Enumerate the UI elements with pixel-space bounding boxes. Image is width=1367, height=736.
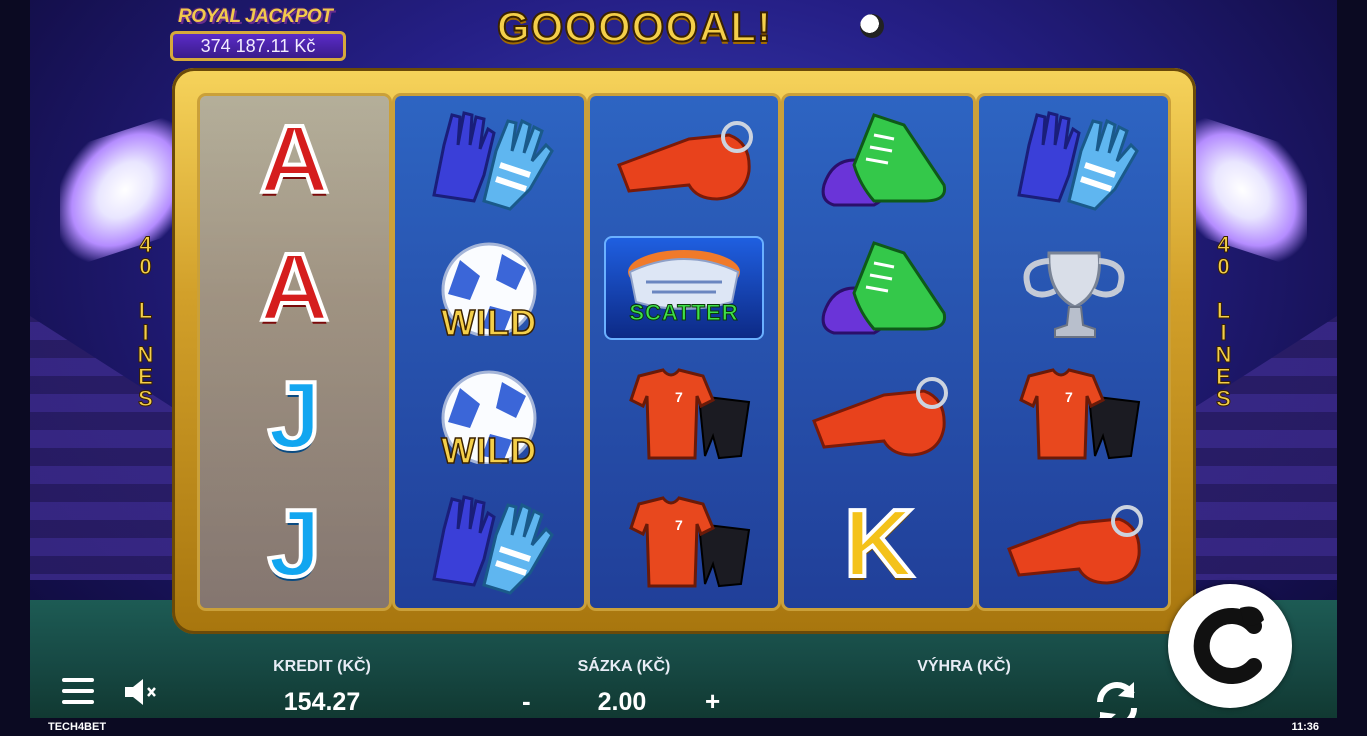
bet-label: SÁZKA (KČ) bbox=[577, 658, 671, 675]
symbol-cell: WILD bbox=[395, 352, 584, 480]
letter-a-symbol: A bbox=[258, 106, 331, 213]
symbol-cell: J bbox=[200, 352, 389, 480]
bet-increase-button[interactable]: + bbox=[705, 686, 720, 717]
reel-3: SCATTER 7 7 bbox=[589, 96, 779, 608]
jackpot-amount: 374 187.11 Kč bbox=[170, 31, 346, 61]
reels-grid: A A J J WILD WILD SCATTER 7 7 K 7 bbox=[200, 96, 1168, 608]
reel-4: K bbox=[784, 96, 974, 608]
letter-k-symbol: K bbox=[842, 490, 915, 597]
symbol-cell: A bbox=[200, 96, 389, 224]
symbol-cell: K bbox=[784, 480, 973, 608]
symbol-cell bbox=[979, 480, 1168, 608]
symbol-cell: 7 bbox=[979, 352, 1168, 480]
reel-5: 7 bbox=[979, 96, 1168, 608]
symbol-cell bbox=[979, 224, 1168, 352]
whistle-icon bbox=[811, 377, 948, 457]
svg-text:7: 7 bbox=[675, 517, 683, 533]
symbol-cell: 7 bbox=[590, 352, 779, 480]
whistle-icon bbox=[1006, 505, 1143, 585]
trophy-icon bbox=[1023, 251, 1125, 338]
symbol-cell bbox=[784, 224, 973, 352]
goalkeeper-gloves-icon bbox=[432, 111, 555, 211]
win-label: VÝHRA (KČ) bbox=[917, 658, 1011, 675]
hamburger-icon bbox=[62, 678, 94, 682]
whistle-icon bbox=[617, 121, 753, 201]
hamburger-icon bbox=[62, 689, 94, 693]
symbol-cell bbox=[784, 96, 973, 224]
spin-button[interactable] bbox=[1168, 584, 1292, 708]
bet-value: 2.00 bbox=[597, 688, 647, 716]
scatter-symbol: SCATTER bbox=[603, 236, 764, 340]
brand-label: TECH4BET bbox=[48, 721, 107, 733]
symbol-cell: 7 bbox=[590, 480, 779, 608]
symbol-cell: J bbox=[200, 480, 389, 608]
menu-button[interactable] bbox=[62, 678, 94, 704]
svg-text:7: 7 bbox=[675, 389, 683, 405]
symbol-cell: WILD bbox=[395, 224, 584, 352]
letter-j-symbol: J bbox=[266, 362, 323, 469]
football-boots-icon bbox=[821, 113, 946, 207]
symbol-cell bbox=[979, 96, 1168, 224]
left-edge bbox=[0, 0, 30, 736]
spin-icon bbox=[1193, 606, 1264, 684]
wild-label: WILD bbox=[440, 301, 538, 344]
symbol-cell bbox=[395, 480, 584, 608]
jersey-kit-icon: 7 bbox=[1018, 368, 1140, 460]
bet-decrease-button[interactable]: - bbox=[522, 686, 531, 717]
sound-mute-icon[interactable] bbox=[123, 678, 159, 706]
symbol-cell bbox=[784, 352, 973, 480]
goalkeeper-gloves-icon bbox=[1016, 111, 1139, 211]
letter-a-symbol: A bbox=[258, 234, 331, 341]
floodlight-right bbox=[1177, 108, 1307, 272]
svg-text:7: 7 bbox=[1065, 389, 1073, 405]
football-boots-icon bbox=[821, 241, 946, 335]
letter-j-symbol: J bbox=[266, 490, 323, 597]
credit-value: 154.27 bbox=[283, 688, 361, 716]
jersey-kit-icon: 7 bbox=[629, 496, 751, 588]
symbol-cell bbox=[395, 96, 584, 224]
credit-label: KREDIT (KČ) bbox=[273, 658, 371, 675]
reel-2: WILD WILD bbox=[394, 96, 584, 608]
symbol-cell: A bbox=[200, 224, 389, 352]
floodlight-left bbox=[60, 108, 190, 272]
footer-bar: TECH4BET 11:36 bbox=[0, 718, 1367, 736]
royal-jackpot-panel: ROYAL JACKPOT 374 187.11 Kč bbox=[168, 4, 348, 61]
jackpot-title: ROYAL JACKPOT bbox=[178, 6, 333, 27]
logo-ball-icon bbox=[860, 14, 884, 38]
game-logo: GOOOOOAL! bbox=[496, 3, 772, 50]
hamburger-icon bbox=[62, 700, 94, 704]
clock-label: 11:36 bbox=[1291, 721, 1319, 733]
goalkeeper-gloves-icon bbox=[432, 495, 555, 595]
wild-label: WILD bbox=[440, 429, 538, 472]
right-edge bbox=[1337, 0, 1367, 736]
lines-label-right: 40 LINES bbox=[1211, 232, 1237, 409]
lines-label-left: 40 LINES bbox=[133, 232, 159, 409]
symbol-cell: SCATTER bbox=[590, 224, 779, 352]
scatter-label: SCATTER bbox=[629, 300, 739, 326]
control-bar: KREDIT (KČ) 154.27 SÁZKA (KČ) - 2.00 + V… bbox=[30, 648, 1337, 728]
jersey-kit-icon: 7 bbox=[629, 368, 751, 460]
reel-frame: A A J J WILD WILD SCATTER 7 7 K 7 bbox=[172, 68, 1196, 634]
symbol-cell bbox=[590, 96, 779, 224]
reel-1: A A J J bbox=[200, 96, 389, 608]
